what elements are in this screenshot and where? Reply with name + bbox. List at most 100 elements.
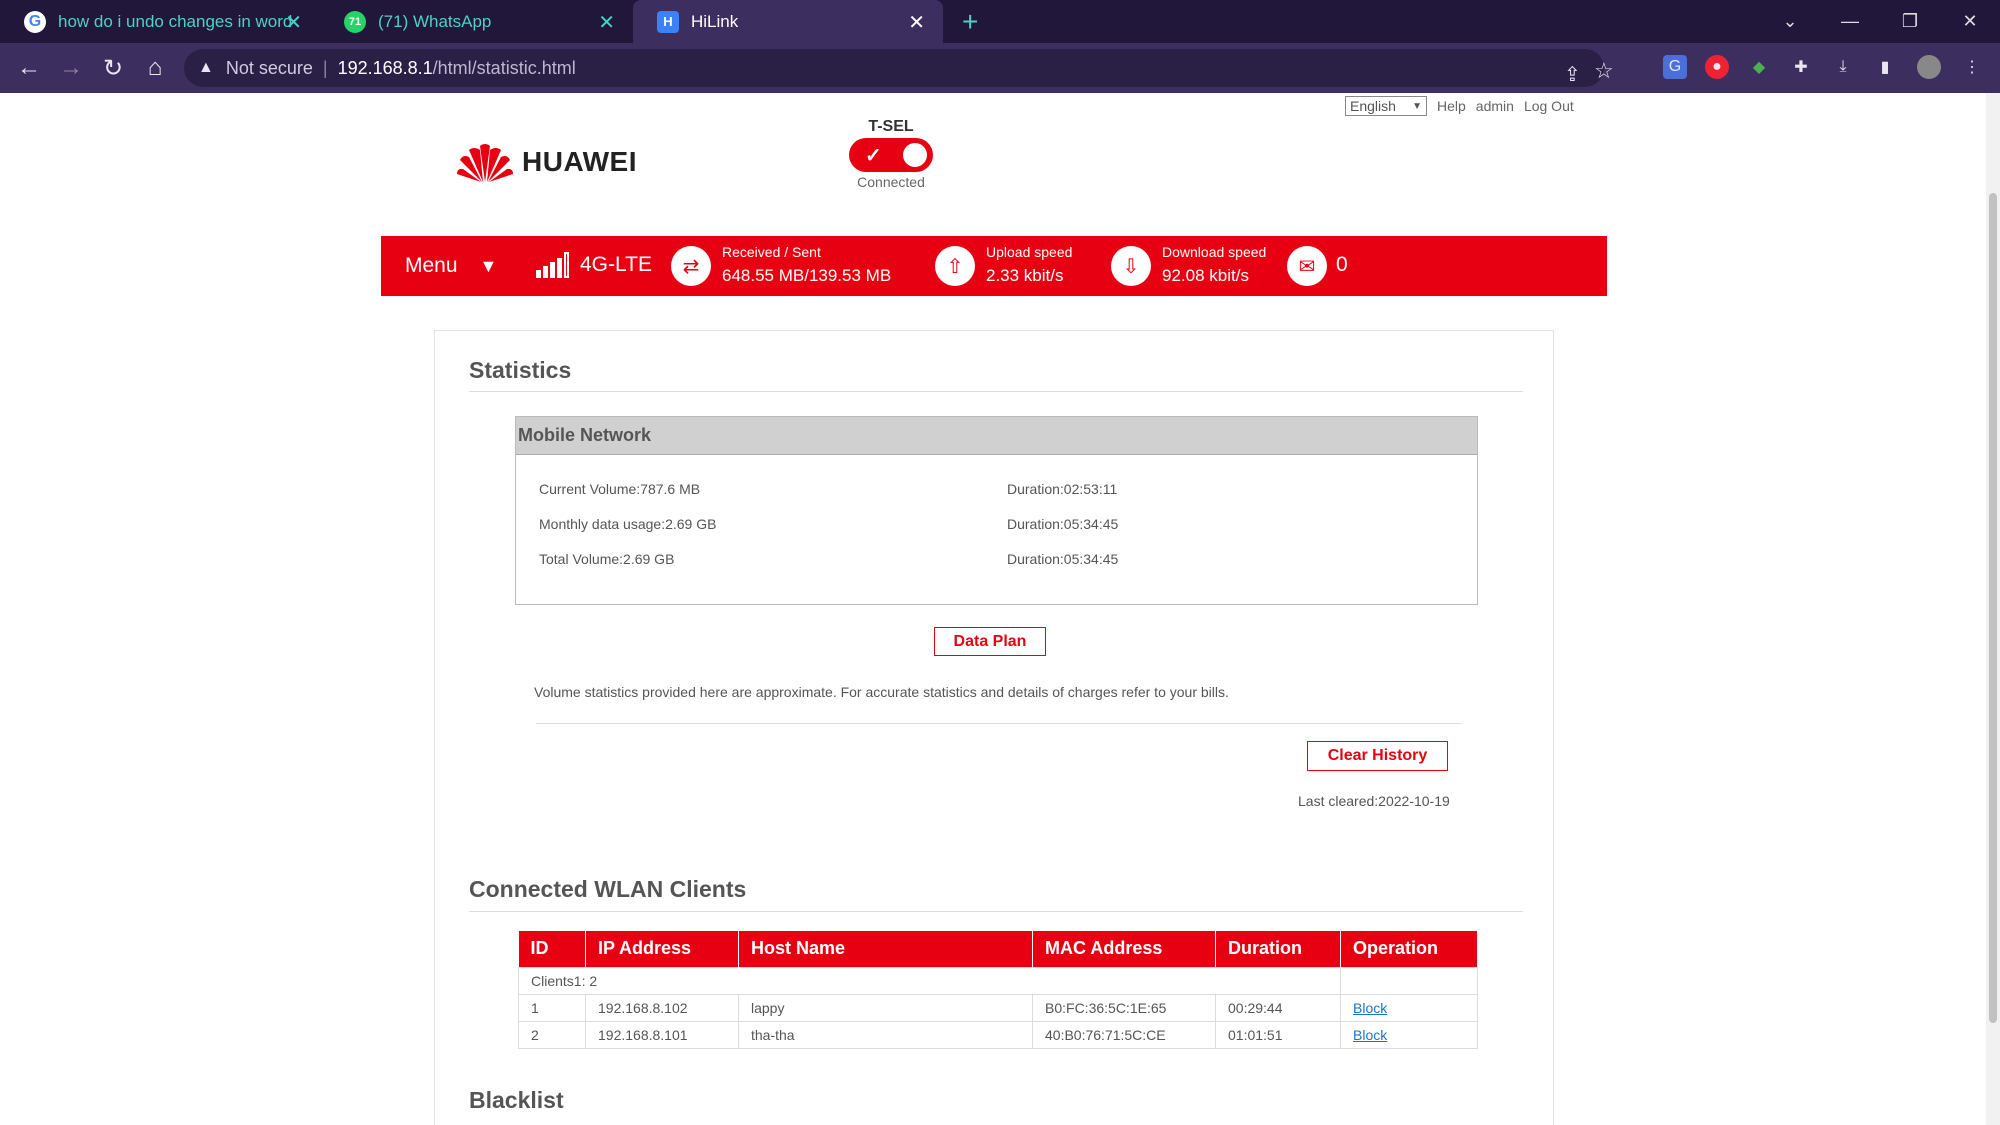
menu-button[interactable]: Menu ▼ — [405, 254, 497, 278]
hilink-icon: H — [657, 10, 679, 33]
scrollbar-thumb[interactable] — [1989, 193, 1997, 1023]
tab-google-search[interactable]: G how do i undo changes in word a ✕ — [0, 0, 320, 43]
current-volume: Current Volume:787.6 MB — [539, 481, 701, 497]
total-duration: Duration:05:34:45 — [1007, 551, 1119, 567]
toggle-knob — [903, 143, 927, 167]
received-sent-label: Received / Sent — [722, 244, 821, 260]
admin-link[interactable]: admin — [1476, 98, 1514, 114]
checkmark-icon: ✓ — [865, 145, 882, 167]
client-ip: 192.168.8.102 — [585, 993, 739, 1022]
group-label: Clients1: 2 — [518, 966, 1341, 995]
browser-toolbar: ← → ↻ ⌂ ▲ Not secure | 192.168.8.1 /html… — [0, 43, 2000, 93]
upload-speed: Upload speed 2.33 kbit/s — [986, 244, 1072, 286]
monthly-duration: Duration:05:34:45 — [1007, 516, 1119, 532]
client-duration: 01:01:51 — [1215, 1020, 1341, 1049]
clear-history-button[interactable]: Clear History — [1307, 741, 1448, 771]
close-window-icon[interactable]: ✕ — [1940, 0, 2000, 43]
client-operation: Block — [1340, 993, 1478, 1022]
share-icon[interactable]: ⇪ — [1564, 62, 1581, 87]
tab-title: HiLink — [691, 11, 739, 31]
network-type: 4G-LTE — [580, 253, 652, 276]
current-duration: Duration:02:53:11 — [1007, 481, 1118, 497]
menu-label: Menu — [405, 254, 458, 277]
huawei-logo: HUAWEI — [456, 140, 637, 184]
profile-avatar[interactable] — [1917, 55, 1941, 79]
block-link[interactable]: Block — [1353, 1000, 1387, 1016]
client-mac: B0:FC:36:5C:1E:65 — [1032, 993, 1216, 1022]
total-volume: Total Volume:2.69 GB — [539, 551, 675, 567]
browser-tab-strip: G how do i undo changes in word a ✕ 71 (… — [0, 0, 2000, 43]
envelope-icon[interactable]: ✉ — [1287, 246, 1327, 286]
volume-note: Volume statistics provided here are appr… — [534, 684, 1229, 700]
side-panel-icon[interactable]: ▮ — [1873, 55, 1897, 79]
close-tab-icon[interactable]: ✕ — [908, 10, 925, 35]
colorful-extension-icon[interactable]: ◆ — [1747, 55, 1771, 79]
warning-icon: ▲ — [198, 59, 214, 76]
back-icon[interactable]: ← — [12, 51, 46, 85]
help-link[interactable]: Help — [1437, 98, 1466, 114]
tab-hilink[interactable]: H HiLink ✕ — [633, 0, 943, 43]
whatsapp-icon: 71 — [344, 10, 366, 33]
data-plan-button[interactable]: Data Plan — [934, 627, 1046, 656]
logo-text: HUAWEI — [522, 146, 637, 177]
client-id: 2 — [518, 1020, 586, 1049]
blacklist-title: Blacklist — [469, 1087, 564, 1113]
upload-label: Upload speed — [986, 244, 1073, 260]
connection-status: Connected — [857, 174, 925, 190]
connection-toggle[interactable]: ✓ — [849, 138, 933, 172]
download-value: 92.08 kbit/s — [1162, 266, 1249, 285]
col-mac: MAC Address — [1032, 931, 1216, 967]
tab-search-chevron-icon[interactable]: ⌄ — [1760, 0, 1820, 43]
extensions-puzzle-icon[interactable]: ✚ — [1789, 55, 1813, 79]
content-panel: Statistics Mobile Network Current Volume… — [434, 330, 1554, 1125]
address-bar[interactable]: ▲ Not secure | 192.168.8.1 /html/statist… — [184, 49, 1614, 87]
download-icon[interactable]: ⤓ — [1831, 55, 1855, 79]
tab-whatsapp[interactable]: 71 (71) WhatsApp ✕ — [320, 0, 633, 43]
logout-link[interactable]: Log Out — [1524, 98, 1574, 114]
minimize-icon[interactable]: — — [1820, 0, 1880, 43]
wlan-clients-title: Connected WLAN Clients — [469, 876, 747, 902]
signal-strength-icon — [536, 252, 571, 278]
tab-title: (71) WhatsApp — [378, 11, 492, 31]
col-host: Host Name — [738, 931, 1033, 967]
monthly-usage: Monthly data usage:2.69 GB — [539, 516, 717, 532]
download-label: Download speed — [1162, 244, 1267, 260]
close-tab-icon[interactable]: ✕ — [285, 10, 302, 35]
divider: | — [322, 57, 328, 78]
bookmark-star-icon[interactable]: ☆ — [1594, 58, 1614, 84]
upload-value: 2.33 kbit/s — [986, 266, 1064, 285]
translate-extension-icon[interactable]: G — [1663, 55, 1687, 79]
divider — [536, 723, 1461, 724]
transfer-icon: ⇄ — [671, 246, 711, 286]
col-id: ID — [518, 931, 586, 967]
block-link[interactable]: Block — [1353, 1027, 1387, 1043]
restore-icon[interactable]: ❐ — [1880, 0, 1940, 43]
group-empty-cell — [1340, 966, 1478, 995]
menu-arrow-icon: ▼ — [479, 255, 498, 276]
forward-icon[interactable]: → — [54, 51, 88, 85]
received-sent-value: 648.55 MB/139.53 MB — [722, 266, 892, 285]
connection-widget: T-SEL ✓ Connected — [848, 118, 934, 190]
reload-icon[interactable]: ↻ — [96, 51, 130, 85]
col-operation: Operation — [1340, 931, 1478, 967]
divider — [469, 911, 1523, 912]
kebab-menu-icon[interactable]: ⋮ — [1960, 55, 1984, 79]
page-scrollbar[interactable] — [1986, 93, 2000, 1125]
home-icon[interactable]: ⌂ — [138, 51, 172, 85]
language-select[interactable]: English ▼ — [1345, 96, 1427, 116]
message-count[interactable]: 0 — [1336, 253, 1348, 277]
close-tab-icon[interactable]: ✕ — [598, 10, 615, 35]
table-row: 2 192.168.8.101 tha-tha 40:B0:76:71:5C:C… — [518, 1020, 1478, 1049]
group-row: Clients1: 2 — [518, 966, 1478, 995]
adblock-extension-icon[interactable]: ● — [1705, 55, 1729, 79]
client-operation: Block — [1340, 1020, 1478, 1049]
col-duration: Duration — [1215, 931, 1341, 967]
mobile-network-box: Mobile Network Current Volume:787.6 MB D… — [515, 416, 1478, 605]
client-duration: 00:29:44 — [1215, 993, 1341, 1022]
last-cleared: Last cleared:2022-10-19 — [1298, 793, 1450, 809]
top-links: English ▼ Help admin Log Out — [1345, 96, 1574, 116]
new-tab-icon[interactable]: + — [962, 6, 978, 38]
wlan-clients-table: ID IP Address Host Name MAC Address Dura… — [518, 931, 1478, 1049]
statistics-title: Statistics — [469, 357, 572, 383]
url-path: /html/statistic.html — [432, 57, 576, 78]
